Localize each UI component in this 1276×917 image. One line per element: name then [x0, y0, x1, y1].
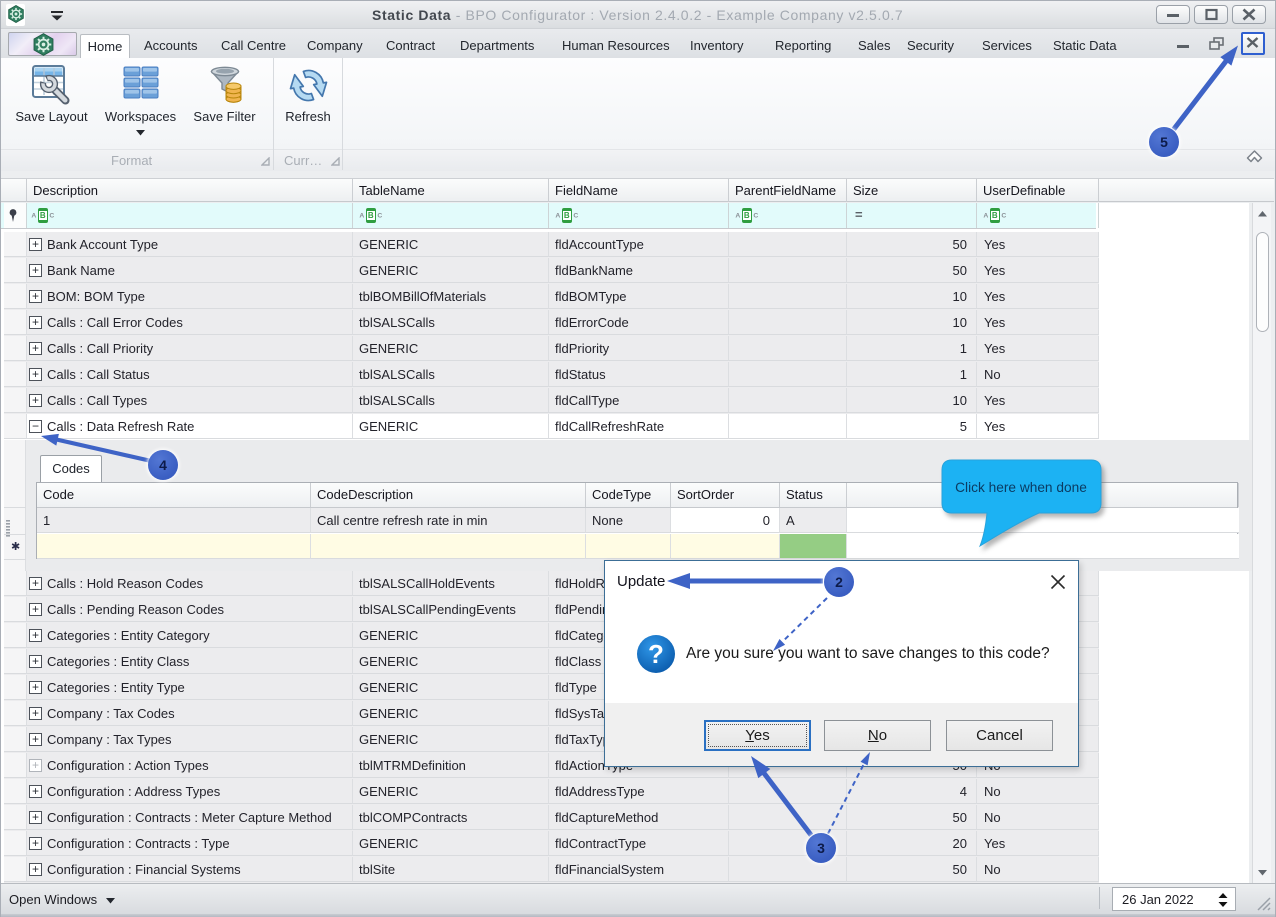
svg-text:Click here when done: Click here when done [955, 480, 1087, 495]
